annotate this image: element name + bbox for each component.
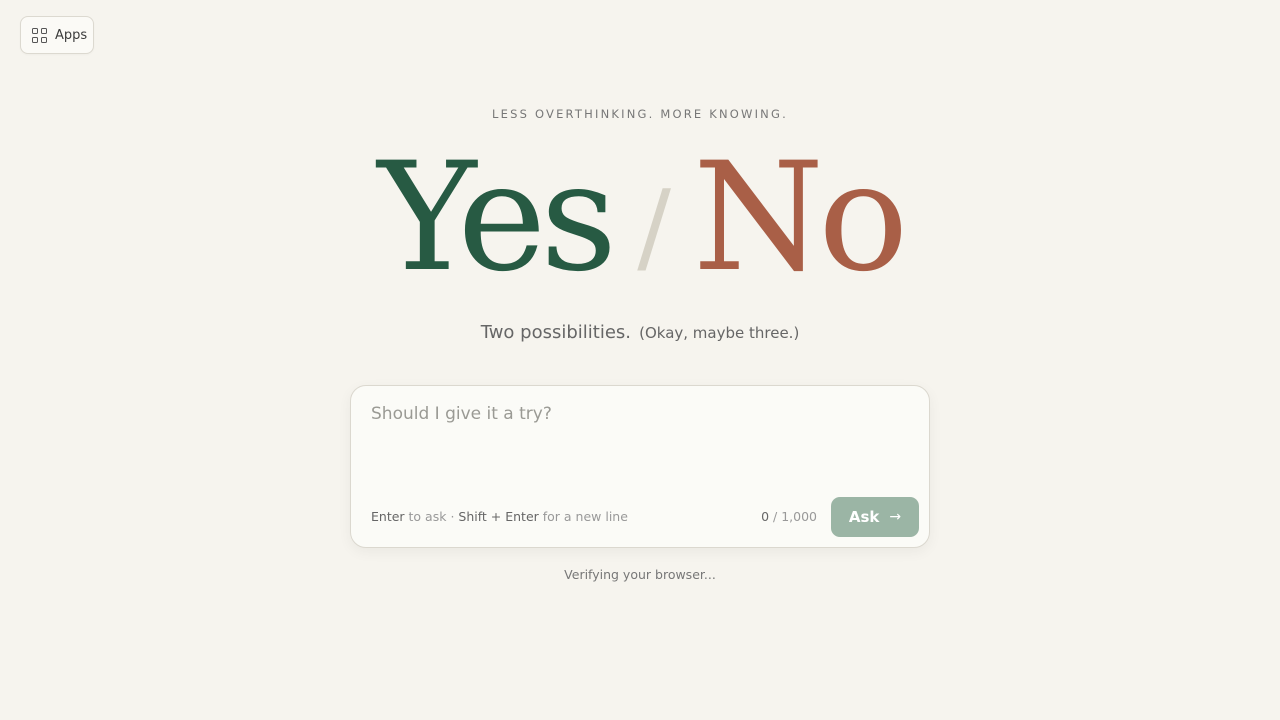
- hint-text-1: to ask ·: [404, 509, 459, 524]
- hint-enter-key: Enter: [371, 509, 405, 524]
- status-text: Verifying your browser...: [564, 567, 716, 582]
- hero-yes: Yes: [377, 131, 618, 305]
- subtitle: Two possibilities. (Okay, maybe three.): [0, 322, 1280, 343]
- subtitle-aside: (Okay, maybe three.): [639, 324, 800, 342]
- hint-text-2: for a new line: [538, 509, 628, 524]
- grid-icon: [32, 27, 47, 43]
- hero-no: No: [692, 131, 909, 305]
- ask-form: Enter to ask · Shift + Enter for a new l…: [350, 385, 930, 548]
- apps-button-label: Apps: [55, 27, 88, 43]
- subtitle-main: Two possibilities.: [480, 322, 632, 343]
- character-counter: 0 / 1,000: [761, 509, 817, 524]
- arrow-right-icon: →: [889, 509, 902, 525]
- counter-max: / 1,000: [769, 509, 817, 524]
- hero-separator: /: [637, 168, 671, 285]
- ask-button-label: Ask: [848, 508, 880, 526]
- tagline: LESS OVERTHINKING. MORE KNOWING.: [492, 107, 788, 121]
- question-input[interactable]: [371, 404, 909, 474]
- hint-shift-enter-key: Shift + Enter: [458, 509, 539, 524]
- counter-current: 0: [761, 509, 770, 524]
- apps-button[interactable]: Apps: [20, 16, 94, 54]
- ask-button[interactable]: Ask →: [831, 497, 919, 537]
- hero-title: Yes / No: [0, 133, 1280, 320]
- keyboard-hint: Enter to ask · Shift + Enter for a new l…: [371, 509, 628, 524]
